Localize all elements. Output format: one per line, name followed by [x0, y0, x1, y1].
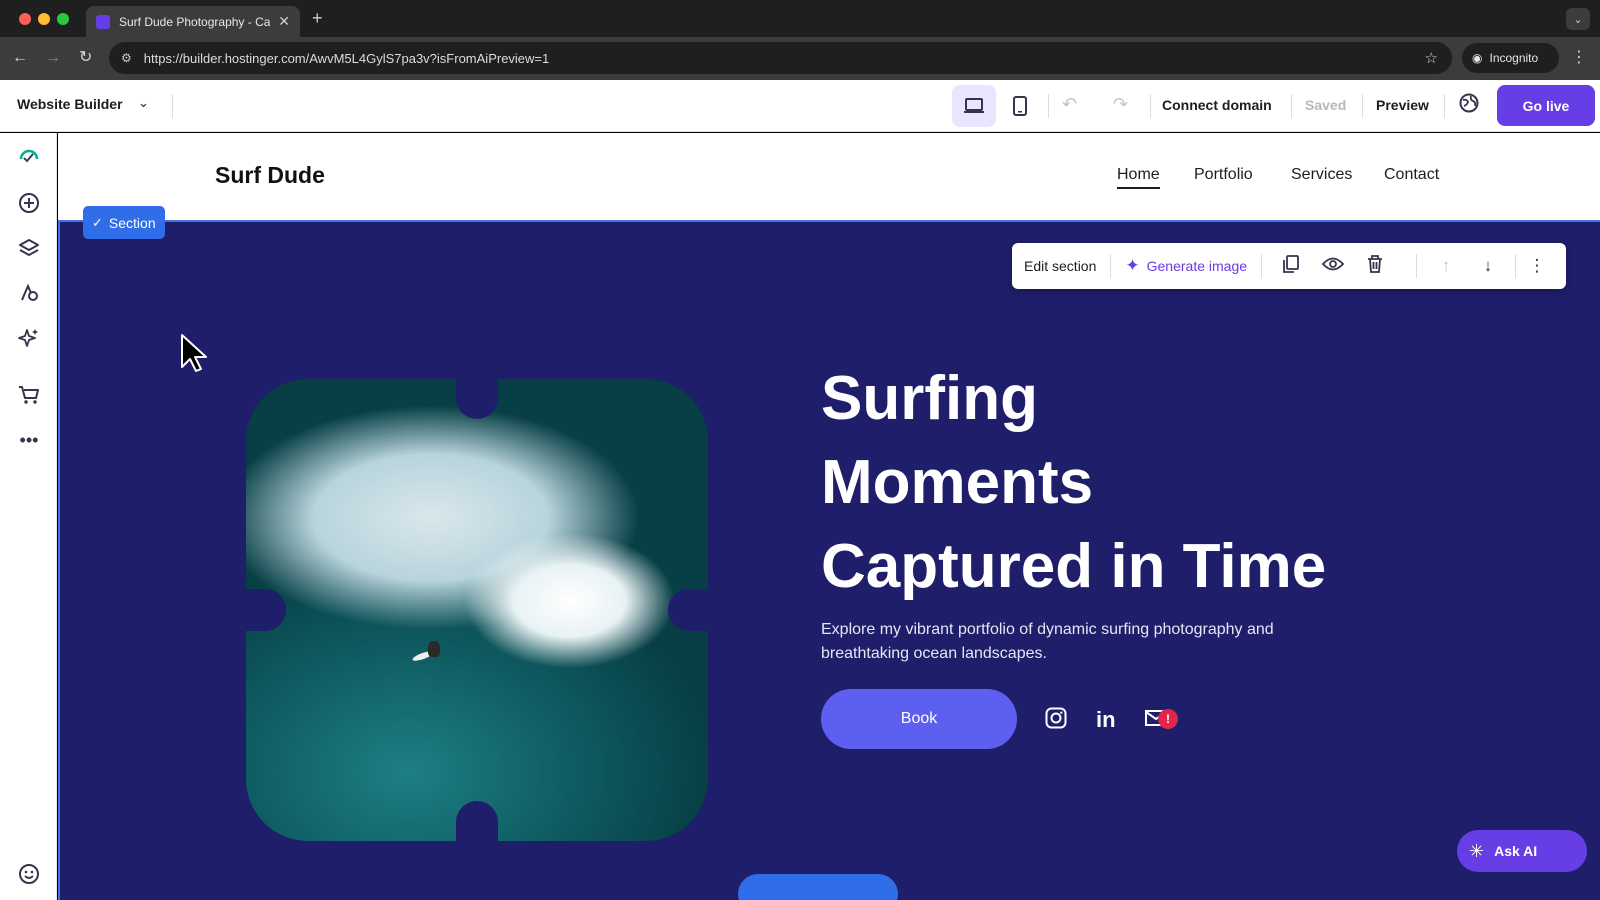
site-info-icon[interactable]: ⚙: [121, 51, 132, 65]
more-options-icon[interactable]: ⋮: [1522, 256, 1552, 276]
left-sidebar: •••: [0, 133, 57, 900]
hostinger-favicon-icon: [96, 14, 110, 29]
nav-link-home[interactable]: Home: [1117, 166, 1160, 189]
website-builder-title[interactable]: Website Builder: [17, 96, 123, 112]
nav-link-portfolio[interactable]: Portfolio: [1194, 166, 1253, 184]
divider: [1150, 94, 1151, 118]
mobile-view-button[interactable]: [998, 85, 1042, 127]
layers-icon[interactable]: [16, 235, 42, 261]
checkmark-icon: ✓: [92, 214, 103, 230]
book-button[interactable]: Book: [821, 689, 1017, 749]
laptop-icon: [964, 98, 984, 113]
redo-icon[interactable]: ↷: [1113, 94, 1128, 115]
hero-title-line: Surfing: [821, 364, 1038, 433]
globe-icon[interactable]: [1459, 93, 1479, 119]
section-toolbar: Edit section ✦ Generate image ↑ ↓ ⋮: [1012, 243, 1566, 289]
ask-ai-label: Ask AI: [1494, 843, 1538, 859]
site-header[interactable]: Surf Dude Home Portfolio Services Contac…: [58, 133, 1600, 220]
tab-close-icon[interactable]: ✕: [278, 13, 290, 30]
arrow-down-icon[interactable]: ↓: [1473, 256, 1503, 276]
ai-sparkle-icon: ✳: [1469, 840, 1485, 861]
image-notch: [246, 589, 286, 631]
divider: [1515, 254, 1517, 278]
undo-icon[interactable]: ↶: [1062, 94, 1077, 115]
hero-surf-image[interactable]: [246, 379, 708, 841]
add-element-icon[interactable]: [16, 190, 42, 216]
tab-search-button[interactable]: ⌄: [1566, 8, 1590, 30]
incognito-label: Incognito: [1489, 51, 1539, 65]
mobile-icon: [1013, 96, 1027, 116]
checklist-icon[interactable]: [16, 143, 42, 169]
more-icon[interactable]: •••: [16, 427, 42, 453]
divider: [1110, 254, 1112, 278]
browser-tab-strip: Surf Dude Photography - Cap ✕ + ⌄: [0, 0, 1600, 37]
generate-image-label: Generate image: [1146, 258, 1248, 274]
next-section-element[interactable]: [738, 874, 898, 900]
divider: [1444, 94, 1445, 118]
go-live-button[interactable]: Go live: [1497, 85, 1595, 126]
site-logo[interactable]: Surf Dude: [215, 162, 325, 189]
url-text[interactable]: https://builder.hostinger.com/AwvM5L4Gyl…: [144, 51, 549, 66]
preview-button[interactable]: Preview: [1376, 97, 1429, 113]
instagram-icon[interactable]: [1045, 707, 1067, 735]
alert-badge-icon: !: [1158, 709, 1178, 729]
zoom-window-button[interactable]: [57, 13, 69, 25]
linkedin-icon[interactable]: in: [1096, 707, 1116, 733]
eye-icon[interactable]: [1318, 256, 1348, 276]
browser-tab[interactable]: Surf Dude Photography - Cap ✕: [86, 6, 300, 37]
tab-title: Surf Dude Photography - Cap: [119, 14, 271, 29]
connect-domain-button[interactable]: Connect domain: [1162, 97, 1272, 113]
minimize-window-button[interactable]: [38, 13, 50, 25]
store-icon[interactable]: [16, 382, 42, 408]
divider: [1291, 94, 1292, 118]
hero-section[interactable]: Surfing Moments Captured in Time Explore…: [58, 220, 1600, 900]
mouse-cursor-icon: [181, 334, 207, 372]
editor-canvas[interactable]: Surf Dude Home Portfolio Services Contac…: [58, 133, 1600, 900]
hero-description[interactable]: Explore my vibrant portfolio of dynamic …: [821, 618, 1301, 666]
divider: [1416, 254, 1418, 278]
hero-title-line: Captured in Time: [821, 532, 1327, 601]
image-notch: [456, 801, 498, 841]
section-badge[interactable]: ✓ Section: [83, 206, 165, 239]
ask-ai-button[interactable]: ✳ Ask AI: [1457, 830, 1587, 872]
image-notch: [668, 589, 708, 631]
help-icon[interactable]: [16, 861, 42, 887]
duplicate-icon[interactable]: [1276, 254, 1306, 278]
nav-link-services[interactable]: Services: [1291, 166, 1352, 184]
hero-title-line: Moments: [821, 448, 1094, 517]
trash-icon[interactable]: [1360, 254, 1390, 278]
arrow-up-icon[interactable]: ↑: [1431, 256, 1461, 276]
chevron-down-icon[interactable]: ⌄: [138, 95, 149, 111]
sparkle-icon: ✦: [1125, 256, 1140, 275]
divider: [1048, 94, 1049, 118]
hero-title[interactable]: Surfing Moments Captured in Time: [821, 357, 1381, 609]
design-icon[interactable]: [16, 280, 42, 306]
divider: [1261, 254, 1263, 278]
menu-icon[interactable]: ⋮: [1571, 47, 1587, 67]
builder-top-bar: Website Builder ⌄ ↶ ↷ Connect domain Sav…: [0, 80, 1600, 132]
image-notch: [456, 379, 498, 419]
reload-icon[interactable]: ↻: [79, 48, 92, 68]
browser-toolbar: ← → ↻ ⚙ https://builder.hostinger.com/Aw…: [0, 37, 1600, 80]
star-icon[interactable]: ☆: [1425, 49, 1438, 67]
close-window-button[interactable]: [19, 13, 31, 25]
surfer: [428, 641, 440, 657]
forward-arrow-icon[interactable]: →: [45, 48, 61, 68]
section-badge-label: Section: [108, 214, 156, 231]
nav-link-contact[interactable]: Contact: [1384, 166, 1439, 184]
desktop-view-button[interactable]: [952, 85, 996, 127]
incognito-indicator[interactable]: ◉ Incognito: [1462, 43, 1559, 73]
edit-section-button[interactable]: Edit section: [1024, 258, 1096, 274]
divider: [1362, 94, 1363, 118]
back-arrow-icon[interactable]: ←: [12, 48, 28, 68]
divider: [172, 94, 173, 118]
new-tab-button[interactable]: +: [312, 9, 323, 27]
address-bar[interactable]: ⚙ https://builder.hostinger.com/AwvM5L4G…: [109, 42, 1452, 74]
generate-image-button[interactable]: ✦ Generate image: [1125, 256, 1247, 276]
incognito-icon: ◉: [1472, 51, 1483, 65]
saved-status: Saved: [1305, 97, 1347, 113]
ai-tools-icon[interactable]: [16, 325, 42, 351]
